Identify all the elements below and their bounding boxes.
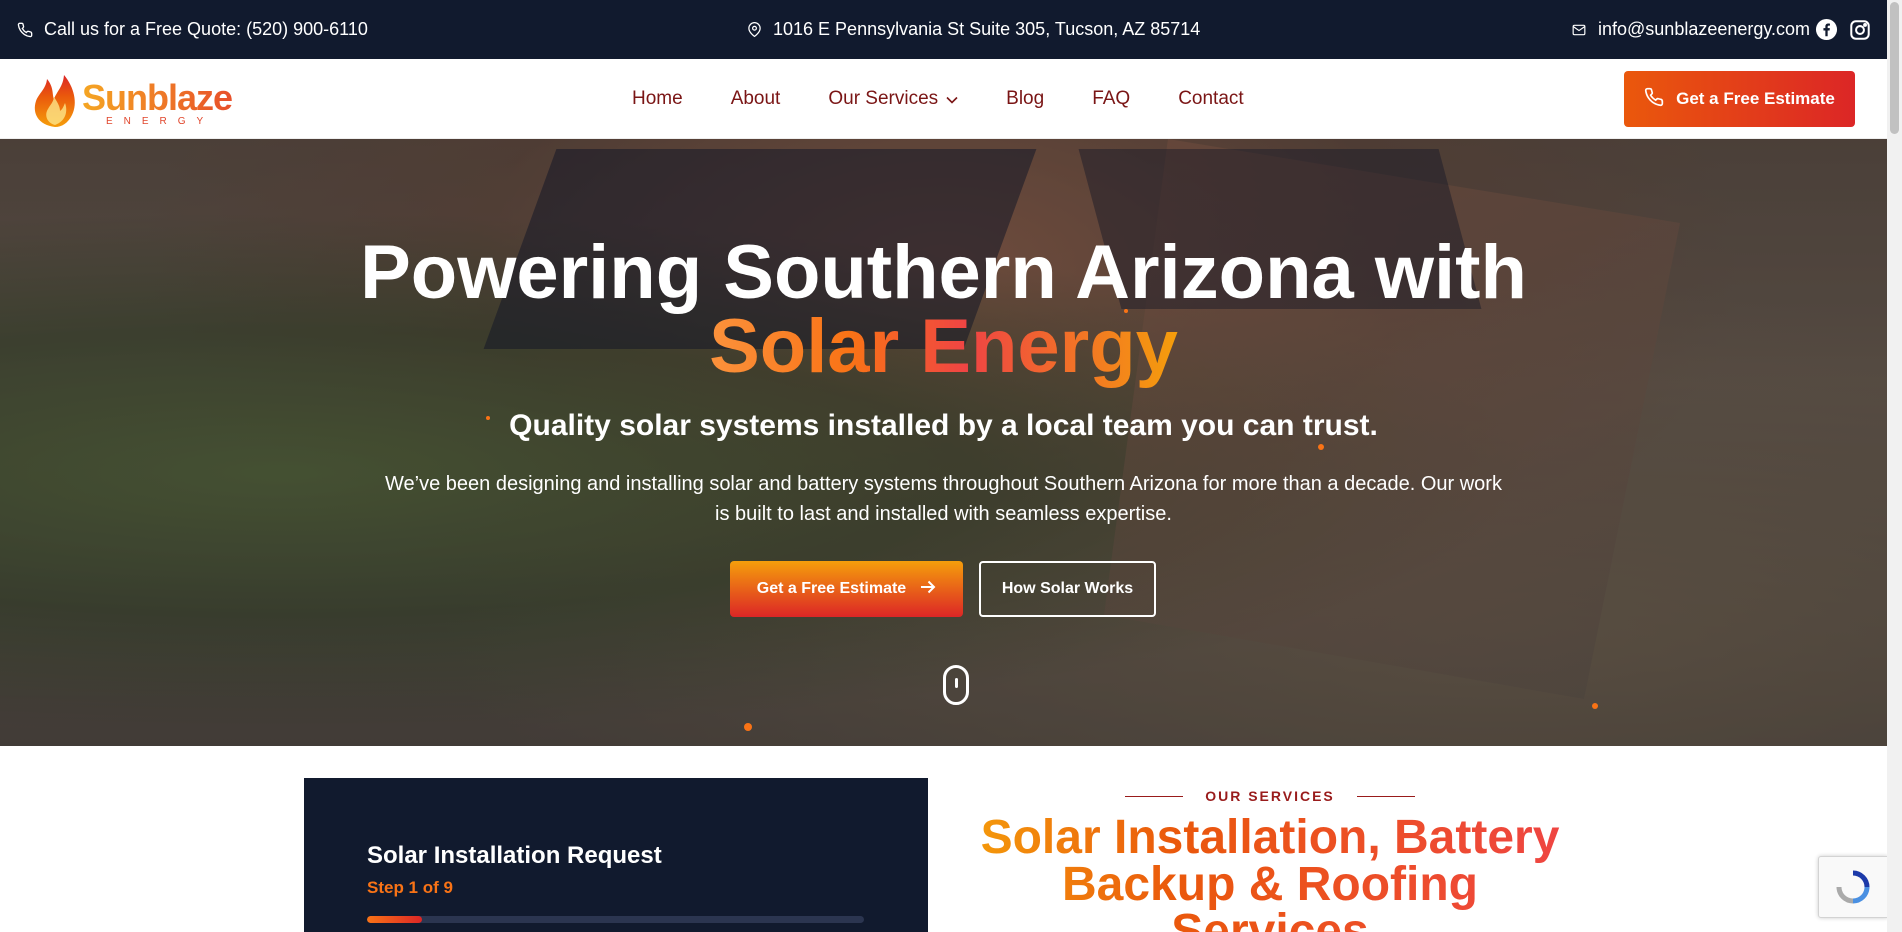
form-title: Solar Installation Request [367,842,662,869]
solar-request-form-card: Solar Installation Request Step 1 of 9 [304,778,928,932]
top-bar-address: 1016 E Pennsylvania St Suite 305, Tucson… [745,0,1200,59]
arrow-right-icon [920,580,936,599]
site-header: Sunblaze ENERGY Home About Our Services … [0,59,1887,139]
hero-buttons: Get a Free Estimate How Solar Works [730,561,1156,617]
hero-subtitle: Quality solar systems installed by a loc… [509,409,1378,442]
hero-description: We’ve been designing and installing sola… [385,473,1502,525]
ember-dot [1318,444,1324,450]
hero-section: Powering Southern Arizona with Solar Ene… [0,139,1887,746]
services-section-heading: OUR SERVICES Solar Installation, Battery… [960,778,1580,932]
instagram-icon[interactable] [1848,18,1872,42]
nav-item-blog[interactable]: Blog [1006,88,1044,110]
logo-wordmark: Sunblaze [82,77,233,118]
top-bar-email[interactable]: info@sunblazeenergy.com [1570,0,1810,59]
divider-line [1356,795,1415,797]
hero-title: Powering Southern Arizona with [360,230,1527,315]
top-bar-phone[interactable]: Call us for a Free Quote: (520) 900-6110 [16,0,368,59]
services-eyebrow-text: OUR SERVICES [1205,788,1335,804]
hero-estimate-button[interactable]: Get a Free Estimate [730,561,963,617]
flame-logo-icon [34,75,75,127]
phone-icon [1644,87,1664,112]
recaptcha-badge[interactable] [1818,856,1888,918]
facebook-icon[interactable] [1814,18,1838,42]
nav-item-our-services-label: Our Services [828,88,939,109]
services-title: Solar Installation, Battery Backup & Roo… [960,814,1580,932]
ember-dot [1592,703,1598,709]
hero-title-highlight: Solar Energy [0,309,1887,385]
scrollbar-thumb[interactable] [1890,2,1899,134]
phone-icon [16,21,34,39]
recaptcha-icon [1836,870,1870,904]
hero-title-highlight-text: Solar Energy [709,304,1178,389]
form-progress-fill [367,916,422,923]
hero-estimate-label: Get a Free Estimate [756,580,907,597]
divider-line [1125,795,1184,797]
top-bar-email-text: info@sunblazeenergy.com [1598,19,1811,39]
header-estimate-label: Get a Free Estimate [1676,89,1835,108]
nav-item-our-services[interactable]: Our Services [828,88,958,110]
nav-item-contact[interactable]: Contact [1178,88,1243,110]
logo[interactable]: Sunblaze ENERGY [30,69,235,129]
top-bar-phone-text: Call us for a Free Quote: (520) 900-6110 [44,19,368,39]
how-solar-works-label: How Solar Works [1001,580,1134,597]
page-scrollbar[interactable] [1887,0,1902,932]
header-estimate-button[interactable]: Get a Free Estimate [1624,71,1855,127]
map-pin-icon [745,21,763,39]
ember-dot [486,416,490,420]
chevron-down-icon [946,88,958,110]
hero-content: Powering Southern Arizona with Solar Ene… [0,139,1887,746]
how-solar-works-button[interactable]: How Solar Works [979,561,1156,617]
main-nav: Home About Our Services Blog FAQ Contact [632,59,1244,139]
top-bar: Call us for a Free Quote: (520) 900-6110… [0,0,1887,59]
nav-item-about[interactable]: About [731,88,781,110]
logo-subtitle: ENERGY [106,116,215,127]
nav-item-faq[interactable]: FAQ [1092,88,1130,110]
form-step-indicator: Step 1 of 9 [367,878,453,897]
ember-dot [1124,309,1128,313]
social-links [1814,0,1872,59]
ember-dot [744,723,752,731]
top-bar-address-text: 1016 E Pennsylvania St Suite 305, Tucson… [773,19,1201,39]
mail-icon [1570,21,1588,39]
scroll-down-indicator[interactable] [943,665,969,705]
form-progress-bar [367,916,864,923]
nav-item-home[interactable]: Home [632,88,683,110]
services-eyebrow: OUR SERVICES [960,788,1580,804]
